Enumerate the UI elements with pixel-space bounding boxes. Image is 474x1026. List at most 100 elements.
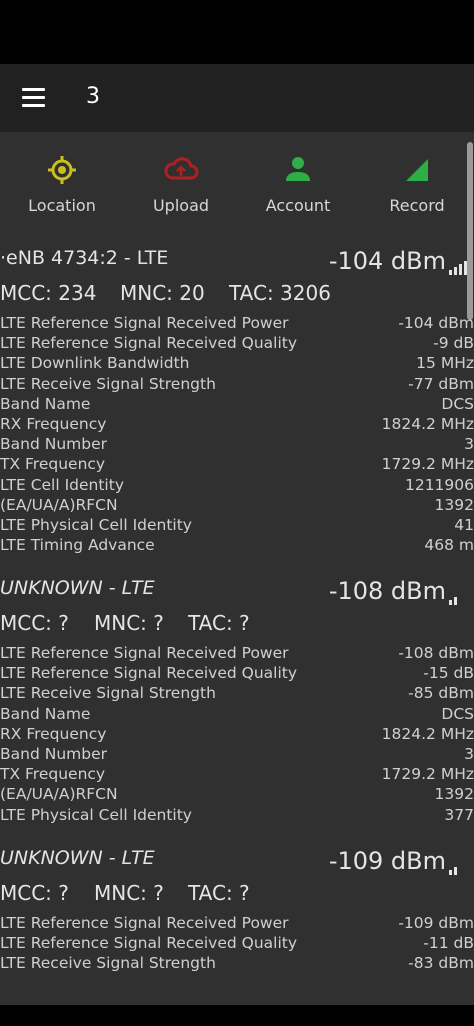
detail-value: DCS bbox=[441, 704, 474, 723]
detail-value: 1729.2 MHz bbox=[381, 455, 474, 474]
detail-value: 1392 bbox=[434, 495, 474, 514]
cell-title: UNKNOWN - LTE bbox=[0, 847, 155, 869]
tac-label: TAC: 3206 bbox=[229, 281, 331, 305]
detail-row: LTE Physical Cell Identity 377 bbox=[0, 805, 474, 825]
detail-row: LTE Receive Signal Strength -83 dBm bbox=[0, 953, 474, 973]
detail-row: Band Number 3 bbox=[0, 744, 474, 764]
hamburger-menu-icon[interactable] bbox=[22, 88, 46, 108]
cell-card[interactable]: UNKNOWN - LTE -109 dBm MCC: ? MNC: ? TAC… bbox=[0, 847, 474, 974]
tac-label: TAC: ? bbox=[188, 881, 250, 905]
detail-row: Band Number 3 bbox=[0, 434, 474, 454]
detail-value: 3 bbox=[464, 435, 474, 454]
detail-row: LTE Reference Signal Received Quality -9 … bbox=[0, 333, 474, 353]
record-label: Record bbox=[389, 196, 445, 215]
detail-value: 41 bbox=[454, 515, 474, 534]
detail-value: 1211906 bbox=[404, 475, 474, 494]
detail-row: RX Frequency 1824.2 MHz bbox=[0, 414, 474, 434]
detail-label: LTE Reference Signal Received Power bbox=[0, 644, 289, 662]
cell-card[interactable]: ·eNB 4734:2 - LTE -104 dBm MCC: 234 MNC:… bbox=[0, 247, 474, 555]
detail-label: (EA/UA/A)RFCN bbox=[0, 495, 118, 514]
mcc-label: MCC: ? bbox=[0, 881, 69, 905]
detail-label: LTE Reference Signal Received Quality bbox=[0, 934, 298, 953]
detail-value: 1824.2 MHz bbox=[381, 724, 474, 743]
detail-row: LTE Receive Signal Strength -85 dBm bbox=[0, 683, 474, 703]
detail-row: LTE Physical Cell Identity 41 bbox=[0, 515, 474, 535]
navigation-bar bbox=[0, 1005, 474, 1026]
signal-bars-icon bbox=[449, 867, 457, 875]
cell-signal-dbm: -109 dBm bbox=[328, 847, 446, 875]
detail-row: (EA/UA/A)RFCN 1392 bbox=[0, 784, 474, 804]
detail-row: TX Frequency 1729.2 MHz bbox=[0, 764, 474, 784]
cell-title: ·eNB 4734:2 - LTE bbox=[0, 247, 169, 269]
detail-label: LTE Timing Advance bbox=[0, 536, 155, 555]
crosshair-icon bbox=[48, 156, 76, 184]
detail-label: LTE Reference Signal Received Power bbox=[0, 914, 289, 932]
cell-card[interactable]: UNKNOWN - LTE -108 dBm MCC: ? MNC: ? TAC… bbox=[0, 577, 474, 825]
detail-value: 15 MHz bbox=[416, 354, 474, 373]
detail-value: 1824.2 MHz bbox=[381, 414, 474, 433]
upload-label: Upload bbox=[152, 196, 210, 215]
detail-value: -83 dBm bbox=[408, 954, 474, 973]
mcc-label: MCC: ? bbox=[0, 611, 69, 635]
detail-value: DCS bbox=[441, 394, 474, 413]
detail-label: LTE Receive Signal Strength bbox=[0, 954, 216, 973]
detail-label: TX Frequency bbox=[0, 765, 106, 784]
detail-label: LTE Reference Signal Received Quality bbox=[0, 664, 298, 683]
mcc-label: MCC: 234 bbox=[0, 281, 97, 305]
detail-label: Band Number bbox=[0, 435, 107, 454]
detail-label: LTE Physical Cell Identity bbox=[0, 515, 192, 534]
detail-value: -104 dBm bbox=[398, 314, 474, 332]
detail-row: LTE Reference Signal Received Quality -11… bbox=[0, 933, 474, 953]
cell-signal-dbm: -108 dBm bbox=[328, 577, 446, 605]
detail-value: 468 m bbox=[424, 536, 474, 555]
detail-label: Band Number bbox=[0, 744, 107, 763]
detail-label: RX Frequency bbox=[0, 724, 107, 743]
detail-label: LTE Receive Signal Strength bbox=[0, 684, 216, 703]
mnc-label: MNC: ? bbox=[94, 881, 164, 905]
detail-value: -108 dBm bbox=[398, 644, 474, 662]
detail-value: 1392 bbox=[434, 785, 474, 804]
detail-label: TX Frequency bbox=[0, 455, 106, 474]
detail-row: Band Name DCS bbox=[0, 394, 474, 414]
app-bar bbox=[0, 64, 474, 132]
detail-value: -15 dB bbox=[423, 664, 474, 683]
detail-label: LTE Reference Signal Received Power bbox=[0, 314, 289, 332]
detail-row: Band Name DCS bbox=[0, 704, 474, 724]
cell-title: UNKNOWN - LTE bbox=[0, 577, 155, 599]
detail-label: LTE Receive Signal Strength bbox=[0, 374, 216, 393]
detail-label: Band Name bbox=[0, 704, 91, 723]
account-label: Account bbox=[265, 196, 331, 215]
action-toolbar: Location Upload Account Record bbox=[0, 150, 474, 226]
detail-value: 1729.2 MHz bbox=[381, 765, 474, 784]
detail-label: (EA/UA/A)RFCN bbox=[0, 785, 118, 804]
detail-row: RX Frequency 1824.2 MHz bbox=[0, 724, 474, 744]
location-button[interactable]: Location bbox=[2, 150, 122, 215]
record-button[interactable]: Record bbox=[357, 150, 474, 215]
tac-label: TAC: ? bbox=[188, 611, 250, 635]
detail-value: -9 dB bbox=[433, 334, 474, 353]
detail-row: LTE Cell Identity 1211906 bbox=[0, 475, 474, 495]
detail-row: TX Frequency 1729.2 MHz bbox=[0, 454, 474, 474]
account-button[interactable]: Account bbox=[238, 150, 358, 215]
detail-value: -77 dBm bbox=[408, 374, 474, 393]
detail-row: LTE Reference Signal Received Power -104 … bbox=[0, 313, 474, 333]
detail-label: LTE Reference Signal Received Quality bbox=[0, 334, 298, 353]
detail-row: LTE Receive Signal Strength -77 dBm bbox=[0, 374, 474, 394]
upload-button[interactable]: Upload bbox=[121, 150, 241, 215]
detail-label: LTE Physical Cell Identity bbox=[0, 805, 192, 824]
mnc-label: MNC: ? bbox=[94, 611, 164, 635]
detail-value: -109 dBm bbox=[398, 914, 474, 932]
detail-label: LTE Cell Identity bbox=[0, 475, 124, 494]
cell-detail-list: LTE Reference Signal Received Power -109 … bbox=[0, 913, 474, 974]
status-bar bbox=[0, 0, 474, 64]
signal-wedge-icon bbox=[406, 159, 428, 181]
detail-row: (EA/UA/A)RFCN 1392 bbox=[0, 495, 474, 515]
person-icon bbox=[286, 157, 310, 181]
signal-bars-icon bbox=[449, 261, 467, 275]
detail-row: LTE Reference Signal Received Power -108 … bbox=[0, 643, 474, 663]
cell-signal-dbm: -104 dBm bbox=[328, 247, 446, 275]
cell-detail-list: LTE Reference Signal Received Power -104 … bbox=[0, 313, 474, 555]
detail-value: -11 dB bbox=[423, 934, 474, 953]
detail-value: 377 bbox=[444, 805, 474, 824]
detail-value: -85 dBm bbox=[408, 684, 474, 703]
